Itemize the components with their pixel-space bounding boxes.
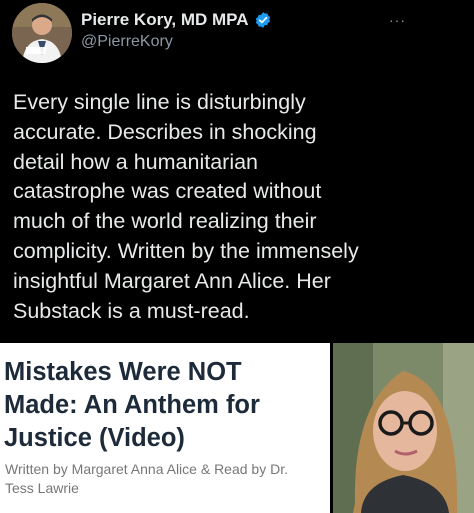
card-byline: Written by Margaret Anna Alice & Read by… <box>5 460 327 498</box>
author-portrait-photo <box>333 343 474 513</box>
card-image[interactable] <box>333 343 474 513</box>
card-byline-line: Tess Lawrie <box>5 480 79 496</box>
profile-photo <box>12 3 72 63</box>
tweet-text-line: insightful Margaret Ann Alice. Her <box>13 268 331 293</box>
tweet-text: Every single line is disturbingly accura… <box>13 88 463 326</box>
tweet-text-line: complicity. Written by the immensely <box>13 238 359 263</box>
tweet-text-line: much of the world realizing their <box>13 209 317 234</box>
card-text-panel[interactable]: Mistakes Were NOT Made: An Anthem for Ju… <box>0 343 330 513</box>
tweet-text-line: Substack is a must-read. <box>13 298 250 323</box>
card-title[interactable]: Mistakes Were NOT Made: An Anthem for Ju… <box>4 356 326 455</box>
tweet-text-line: accurate. Describes in shocking <box>13 119 317 144</box>
link-preview-card[interactable]: Mistakes Were NOT Made: An Anthem for Ju… <box>0 343 474 513</box>
more-options-icon[interactable]: ··· <box>389 12 406 28</box>
tweet-header: Pierre Kory, MD MPA @PierreKory ··· <box>0 0 474 80</box>
avatar[interactable] <box>12 3 72 63</box>
card-byline-line: Written by Margaret Anna Alice & Read by… <box>5 461 288 477</box>
author-handle[interactable]: @PierreKory <box>81 33 173 51</box>
tweet-text-line: Every single line is disturbingly <box>13 90 306 114</box>
card-title-line: Mistakes Were NOT <box>4 358 242 386</box>
author-display-name[interactable]: Pierre Kory, MD MPA <box>81 10 249 30</box>
verified-badge-icon <box>255 12 270 28</box>
tweet-text-line: catastrophe was created without <box>13 179 322 204</box>
card-title-line: Justice (Video) <box>4 424 185 452</box>
author-name-row[interactable]: Pierre Kory, MD MPA <box>81 10 272 30</box>
card-title-line: Made: An Anthem for <box>4 391 260 419</box>
tweet-text-line: detail how a humanitarian <box>13 149 259 174</box>
